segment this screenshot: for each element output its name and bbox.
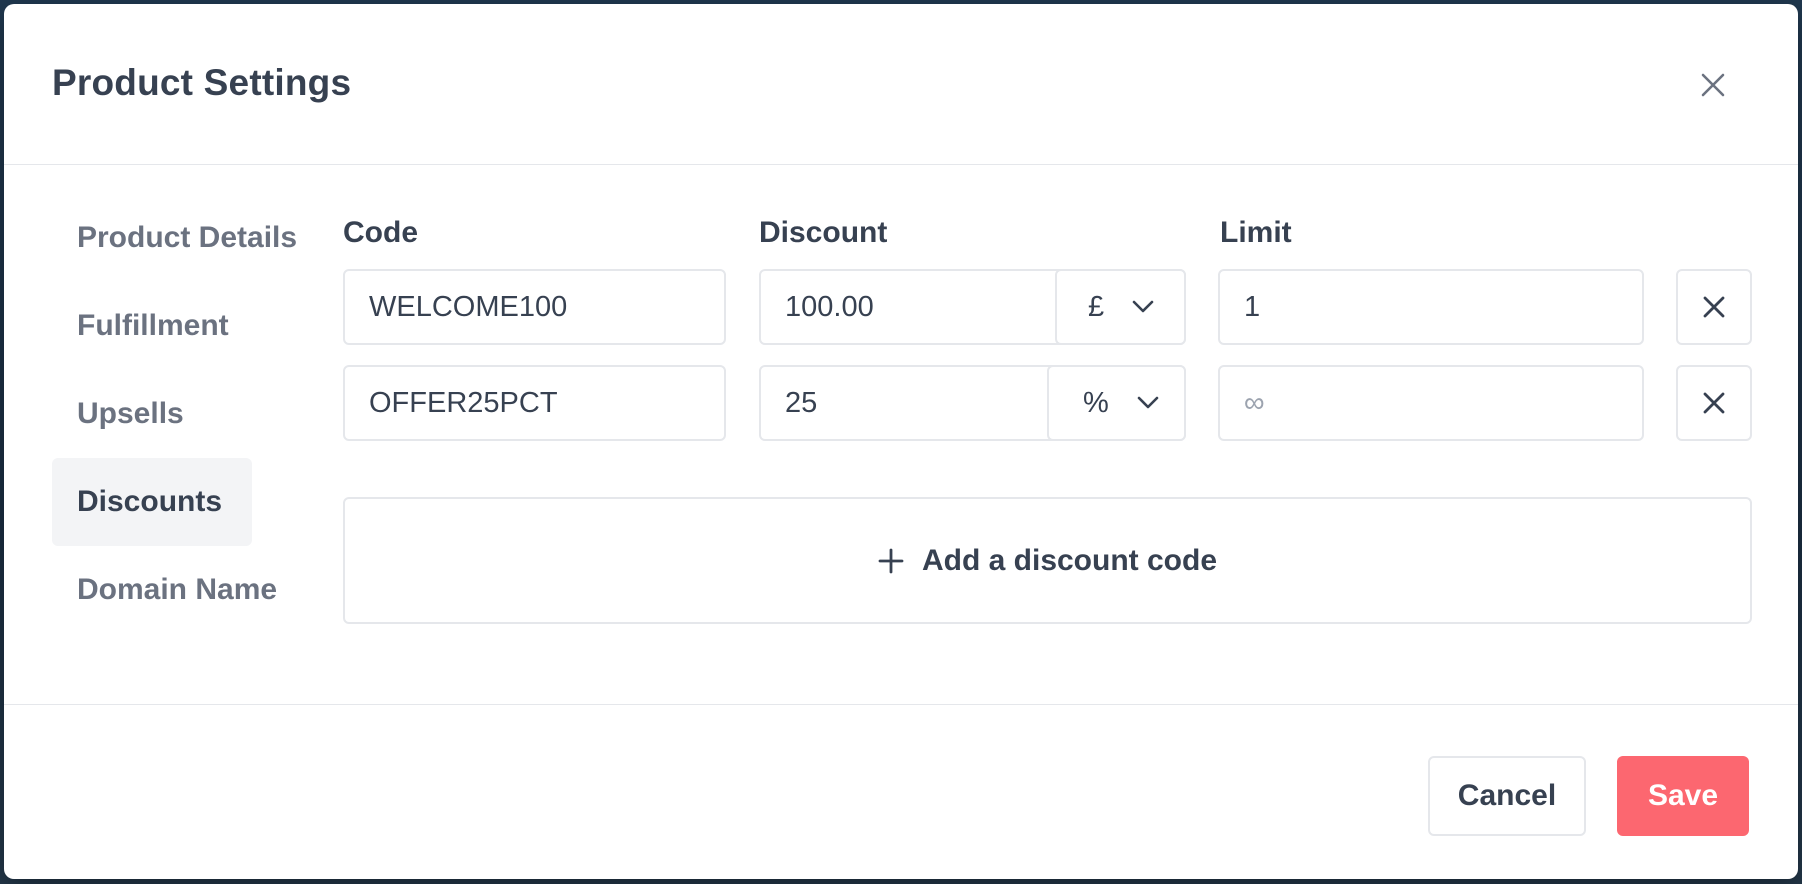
close-icon bbox=[1703, 296, 1725, 318]
discount-limit-field bbox=[1218, 269, 1644, 345]
discount-amount-input[interactable] bbox=[761, 367, 1041, 439]
discount-code-input[interactable] bbox=[345, 271, 724, 343]
discount-amount-field: £ bbox=[759, 269, 1186, 345]
discount-unit-value: £ bbox=[1088, 290, 1105, 323]
discount-code-input[interactable] bbox=[345, 367, 724, 439]
discount-unit-value: % bbox=[1083, 386, 1109, 419]
discount-amount-field: % bbox=[759, 365, 1186, 441]
remove-discount-button[interactable] bbox=[1676, 269, 1752, 345]
cancel-button[interactable]: Cancel bbox=[1428, 756, 1586, 836]
modal-close-button[interactable] bbox=[1690, 62, 1736, 108]
sidebar-item-upsells[interactable]: Upsells bbox=[52, 370, 209, 458]
sidebar-item-discounts[interactable]: Discounts bbox=[52, 458, 252, 546]
chevron-down-icon bbox=[1137, 396, 1159, 409]
discount-limit-field bbox=[1218, 365, 1644, 441]
discount-column-label: Discount bbox=[759, 216, 888, 249]
sidebar-item-product-details[interactable]: Product Details bbox=[52, 194, 322, 282]
add-discount-code-label: Add a discount code bbox=[921, 543, 1218, 577]
remove-discount-button[interactable] bbox=[1676, 365, 1752, 441]
limit-column-label: Limit bbox=[1220, 216, 1292, 249]
save-button[interactable]: Save bbox=[1617, 756, 1749, 836]
discount-unit-select[interactable]: % bbox=[1047, 365, 1186, 441]
discount-limit-input[interactable] bbox=[1220, 271, 1642, 343]
plus-icon bbox=[878, 548, 904, 573]
modal-footer: Cancel Save bbox=[4, 704, 1798, 879]
code-column-label: Code bbox=[343, 216, 418, 249]
close-icon bbox=[1703, 392, 1725, 414]
modal-header: Product Settings bbox=[4, 4, 1798, 165]
product-settings-modal: Product Settings Product Details Fulfill… bbox=[4, 4, 1798, 879]
discount-code-field bbox=[343, 269, 726, 345]
sidebar-item-domain-name[interactable]: Domain Name bbox=[52, 546, 302, 634]
chevron-down-icon bbox=[1132, 300, 1154, 313]
discount-unit-select[interactable]: £ bbox=[1055, 269, 1186, 345]
close-icon bbox=[1701, 73, 1725, 97]
add-discount-code-button[interactable]: Add a discount code bbox=[343, 497, 1752, 624]
discount-limit-input[interactable] bbox=[1220, 367, 1642, 439]
discount-amount-input[interactable] bbox=[761, 271, 1051, 343]
sidebar-item-fulfillment[interactable]: Fulfillment bbox=[52, 282, 254, 370]
discount-code-field bbox=[343, 365, 726, 441]
modal-title: Product Settings bbox=[52, 62, 352, 103]
